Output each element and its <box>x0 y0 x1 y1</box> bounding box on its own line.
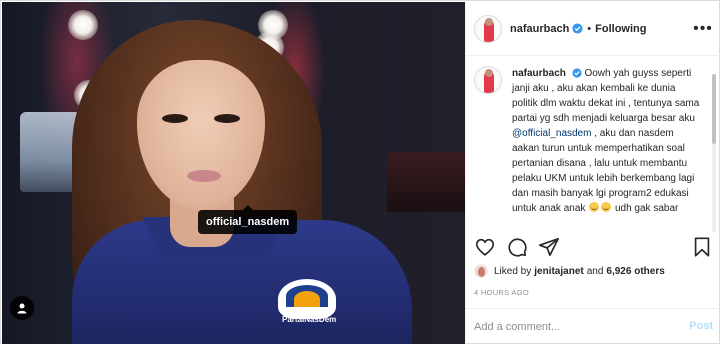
caption-mention-link[interactable]: @official_nasdem <box>512 128 591 139</box>
post-header: nafaurbach • Following ••• <box>466 2 720 56</box>
photo-user-tag[interactable]: official_nasdem <box>198 205 298 234</box>
more-options-button[interactable]: ••• <box>693 19 713 39</box>
post-timestamp[interactable]: 4 HOURS AGO <box>474 288 529 297</box>
post-photo[interactable]: PartaiNasDem official_nasdem <box>2 2 465 344</box>
user-tags-icon <box>17 303 27 314</box>
person-eye <box>214 114 240 123</box>
comment-icon[interactable] <box>506 236 528 258</box>
author-username[interactable]: nafaurbach <box>510 23 569 35</box>
caption-text-part: udh gak sabar <box>612 203 679 214</box>
verified-badge-icon <box>572 68 582 78</box>
verified-badge-icon <box>572 23 583 34</box>
caption-author-avatar[interactable] <box>474 66 502 94</box>
person-lips <box>187 170 221 182</box>
author-avatar[interactable] <box>474 14 502 43</box>
caption: nafaurbach Oowh yah guyss seperti janji … <box>474 66 704 216</box>
vanity-light <box>68 10 98 40</box>
logo-sun <box>294 291 320 307</box>
likes-summary: Liked by jenitajanet and 6,926 others <box>474 264 668 278</box>
likes-prefix: Liked by <box>494 265 532 277</box>
heart-icon[interactable] <box>474 236 496 258</box>
background-object <box>387 152 465 212</box>
nasdem-logo-badge <box>278 279 336 319</box>
avatar-head <box>485 69 493 77</box>
post-frame: PartaiNasDem official_nasdem nafaurbach … <box>0 0 720 344</box>
bookmark-icon[interactable] <box>691 236 713 258</box>
liker-username[interactable]: jenitajanet <box>534 266 583 277</box>
following-button[interactable]: Following <box>595 23 646 35</box>
post-actions <box>466 230 720 262</box>
caption-text-part: , aku dan nasdem aakan turun untuk mempe… <box>512 128 695 214</box>
smiling-face-emoji <box>589 202 600 212</box>
likes-count-link[interactable]: 6,926 others <box>606 266 664 277</box>
user-tags-button[interactable] <box>10 296 34 320</box>
likes-conjunction: and <box>586 265 604 277</box>
avatar-head <box>485 17 493 26</box>
comments-scrollbar-thumb[interactable] <box>712 74 716 144</box>
shirt-badge-text: PartaiNasDem <box>282 315 337 324</box>
header-separator: • <box>587 22 592 35</box>
caption-username[interactable]: nafaurbach <box>512 68 566 79</box>
comment-input[interactable] <box>474 317 674 337</box>
add-comment-section: Post <box>466 308 720 344</box>
comments-area: nafaurbach Oowh yah guyss seperti janji … <box>466 56 704 228</box>
smiling-face-emoji <box>601 202 612 212</box>
person-eye <box>162 114 188 123</box>
post-details-panel: nafaurbach • Following ••• nafaurbach Oo… <box>465 2 720 344</box>
caption-text: nafaurbach Oowh yah guyss seperti janji … <box>512 66 700 216</box>
liker-avatar[interactable] <box>474 264 488 278</box>
share-icon[interactable] <box>538 236 560 258</box>
post-comment-button[interactable]: Post <box>689 320 713 332</box>
